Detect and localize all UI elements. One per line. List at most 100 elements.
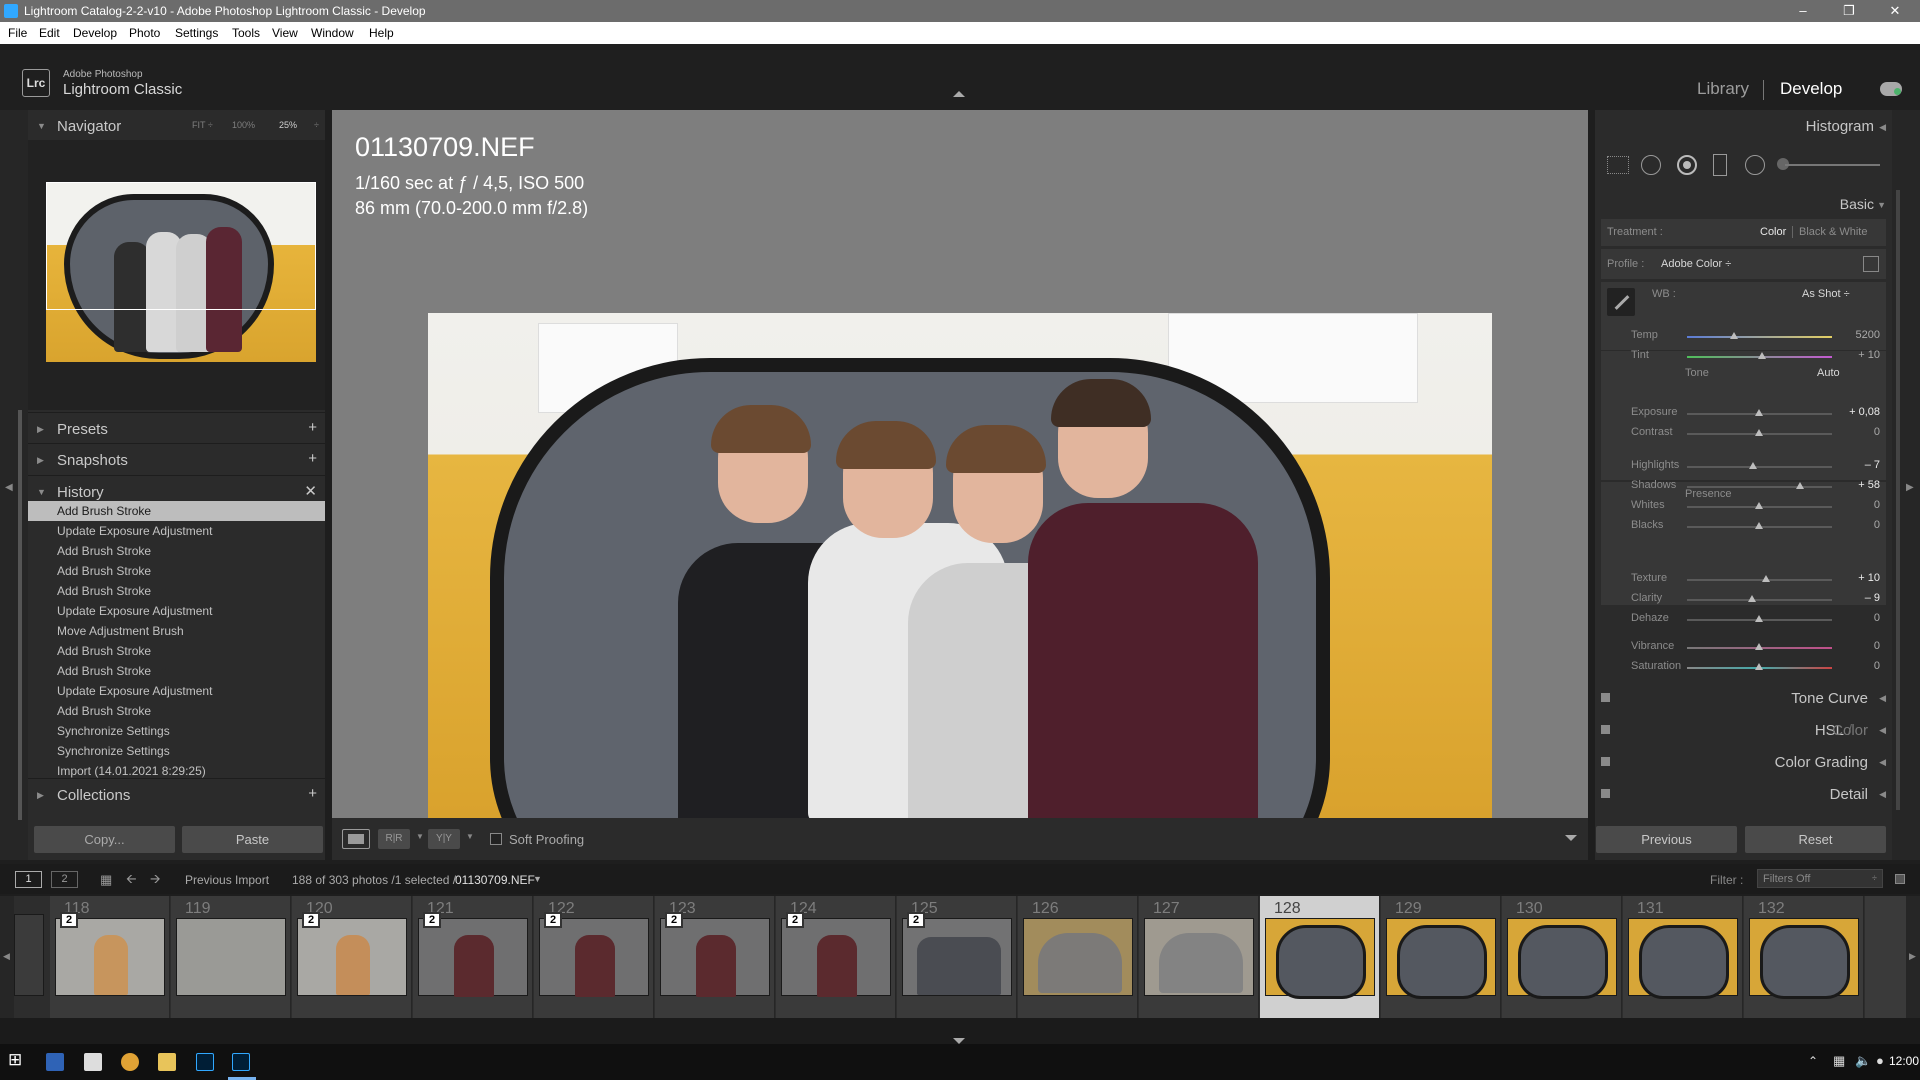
- color-grading-header[interactable]: Color Grading ◀: [1595, 748, 1892, 776]
- basic-title[interactable]: Basic: [1840, 196, 1874, 212]
- slider-thumb[interactable]: [1755, 502, 1763, 509]
- menu-help[interactable]: Help: [369, 26, 394, 40]
- slider-track[interactable]: [1687, 599, 1832, 601]
- slider-thumb[interactable]: [1749, 462, 1757, 469]
- slider-value[interactable]: 0: [1840, 660, 1880, 672]
- slider-thumb[interactable]: [1755, 643, 1763, 650]
- history-item[interactable]: Synchronize Settings: [28, 741, 325, 761]
- taskbar-app-icon[interactable]: [46, 1053, 64, 1071]
- zoom-25[interactable]: 25%: [279, 120, 297, 130]
- menu-settings[interactable]: Settings: [175, 26, 218, 40]
- before-after-dropdown-icon[interactable]: ▼: [416, 832, 424, 841]
- stack-badge[interactable]: 2: [544, 912, 562, 928]
- windows-start-icon[interactable]: ⊞: [8, 1050, 26, 1069]
- slider-value[interactable]: – 7: [1840, 459, 1880, 471]
- slider-thumb[interactable]: [1758, 352, 1766, 359]
- collections-header[interactable]: ▶ Collections +: [28, 778, 325, 808]
- main-photo[interactable]: [428, 313, 1492, 818]
- blacks-slider[interactable]: Blacks 0: [1600, 519, 1885, 533]
- source-label[interactable]: Previous Import: [185, 873, 269, 887]
- add-preset-icon[interactable]: +: [308, 419, 317, 436]
- thumbnail-image[interactable]: [539, 918, 649, 997]
- slider-value[interactable]: + 58: [1840, 479, 1880, 491]
- filter-lock-icon[interactable]: [1895, 874, 1905, 884]
- filmstrip-cell[interactable]: 125 2: [897, 896, 1017, 1018]
- grid-view-icon[interactable]: ▦: [100, 872, 112, 888]
- menu-window[interactable]: Window: [311, 26, 354, 40]
- panel-switch-icon[interactable]: [1601, 757, 1610, 766]
- thumbnail-image[interactable]: [1386, 918, 1496, 999]
- history-item[interactable]: Add Brush Stroke: [28, 541, 325, 561]
- left-panel-scrollbar[interactable]: [18, 410, 22, 820]
- thumbnail-image[interactable]: [1507, 918, 1617, 999]
- history-item[interactable]: Update Exposure Adjustment: [28, 521, 325, 541]
- tray-keyboard-icon[interactable]: ▦: [1833, 1053, 1845, 1069]
- filmstrip-right-icon[interactable]: ▶: [1909, 951, 1916, 962]
- yy-dropdown-icon[interactable]: ▼: [466, 832, 474, 841]
- photoshop-icon[interactable]: [196, 1053, 214, 1071]
- filmstrip-cell[interactable]: 129: [1381, 896, 1501, 1018]
- toolbar-menu-icon[interactable]: [1565, 835, 1577, 841]
- partial-cell[interactable]: [1865, 896, 1906, 1018]
- chrome-icon[interactable]: [121, 1053, 139, 1071]
- slider-thumb[interactable]: [1755, 522, 1763, 529]
- histogram-title[interactable]: Histogram: [1806, 118, 1874, 135]
- menu-photo[interactable]: Photo: [129, 26, 160, 40]
- slider-value[interactable]: 0: [1840, 640, 1880, 652]
- tone-curve-header[interactable]: Tone Curve ◀: [1595, 684, 1892, 712]
- slider-track[interactable]: [1687, 466, 1832, 468]
- history-item[interactable]: Add Brush Stroke: [28, 581, 325, 601]
- slider-value[interactable]: + 0,08: [1840, 406, 1880, 418]
- stack-badge[interactable]: 2: [907, 912, 925, 928]
- shadows-slider[interactable]: Shadows + 58: [1600, 479, 1885, 493]
- highlights-slider[interactable]: Highlights – 7: [1600, 459, 1885, 473]
- loupe-view[interactable]: 01130709.NEF 1/160 sec at ƒ / 4,5, ISO 5…: [332, 110, 1588, 818]
- history-item[interactable]: Update Exposure Adjustment: [28, 681, 325, 701]
- lightroom-icon[interactable]: [232, 1053, 250, 1071]
- restore-icon[interactable]: ❐: [1834, 2, 1864, 20]
- stack-badge[interactable]: 2: [302, 912, 320, 928]
- right-panel-scrollbar[interactable]: [1896, 190, 1900, 810]
- thumbnail-image[interactable]: [781, 918, 891, 997]
- copy-button[interactable]: Copy...: [34, 826, 175, 853]
- second-window-button[interactable]: 2: [51, 871, 78, 888]
- saturation-slider[interactable]: Saturation 0: [1600, 660, 1885, 674]
- add-collection-icon[interactable]: +: [308, 785, 317, 802]
- filmstrip-cell[interactable]: 123 2: [655, 896, 775, 1018]
- selected-filename[interactable]: 01130709.NEF: [455, 873, 535, 887]
- filmstrip-cell[interactable]: 120 2: [292, 896, 412, 1018]
- profile-dropdown[interactable]: Adobe Color ÷: [1661, 258, 1731, 270]
- wb-picker-icon[interactable]: [1607, 288, 1635, 316]
- menu-edit[interactable]: Edit: [39, 26, 60, 40]
- history-item[interactable]: Synchronize Settings: [28, 721, 325, 741]
- redeye-icon[interactable]: [1677, 155, 1697, 175]
- stack-badge[interactable]: 2: [60, 912, 78, 928]
- thumbnail-image[interactable]: [1144, 918, 1254, 996]
- thumbnail-image[interactable]: [176, 918, 286, 996]
- profile-browser-icon[interactable]: [1863, 256, 1879, 272]
- thumbnail-image[interactable]: [902, 918, 1012, 996]
- previous-button[interactable]: Previous: [1596, 826, 1737, 853]
- right-panel-toggle-icon[interactable]: ▶: [1906, 482, 1914, 493]
- dehaze-slider[interactable]: Dehaze 0: [1600, 612, 1885, 626]
- clarity-slider[interactable]: Clarity – 9: [1600, 592, 1885, 606]
- menu-tools[interactable]: Tools: [232, 26, 260, 40]
- clear-history-icon[interactable]: ✕: [304, 482, 317, 500]
- history-item[interactable]: Update Exposure Adjustment: [28, 601, 325, 621]
- filmstrip-cell[interactable]: 130: [1502, 896, 1622, 1018]
- thumbnail-image[interactable]: [660, 918, 770, 997]
- slider-value[interactable]: 0: [1840, 519, 1880, 531]
- slider-thumb[interactable]: [1755, 663, 1763, 670]
- filmstrip-cell[interactable]: 126: [1018, 896, 1138, 1018]
- slider-value[interactable]: + 10: [1840, 349, 1880, 361]
- slider-thumb[interactable]: [1730, 332, 1738, 339]
- filmstrip-cell[interactable]: 121 2: [413, 896, 533, 1018]
- soft-proofing-checkbox[interactable]: [490, 833, 502, 845]
- module-library[interactable]: Library: [1697, 79, 1749, 99]
- texture-slider[interactable]: Texture + 10: [1600, 572, 1885, 586]
- file-explorer-icon[interactable]: [158, 1053, 176, 1071]
- slider-thumb[interactable]: [1796, 482, 1804, 489]
- slider-thumb[interactable]: [1755, 615, 1763, 622]
- thumbnail-image[interactable]: [418, 918, 528, 997]
- slider-value[interactable]: 5200: [1840, 329, 1880, 341]
